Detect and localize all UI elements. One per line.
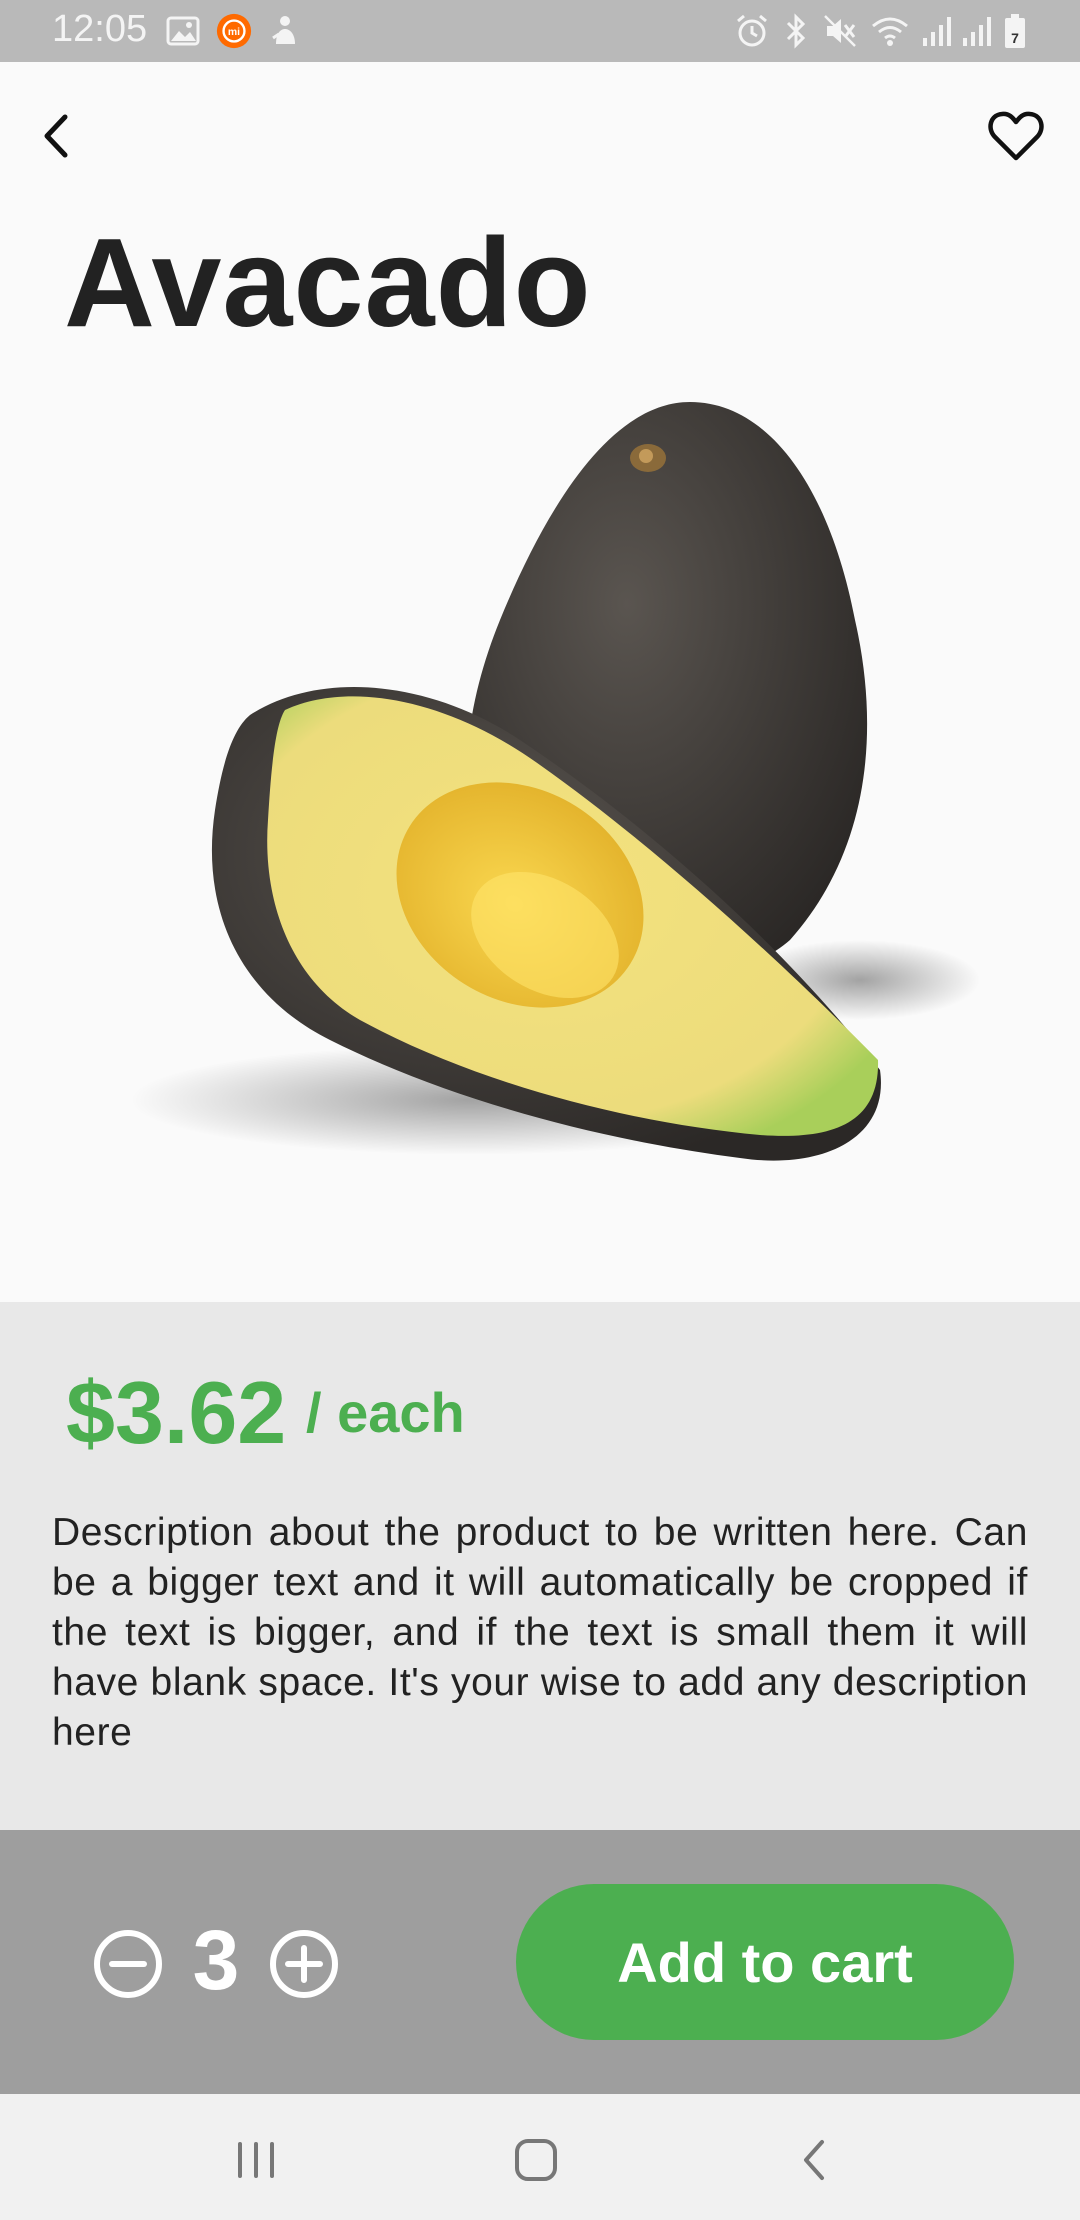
- product-info-panel: $3.62 / each Description about the produ…: [0, 1302, 1080, 1830]
- avocado-image: [130, 402, 980, 1161]
- signal-icon-2: [963, 17, 991, 46]
- signal-icon: [923, 17, 951, 46]
- heart-outline-icon: [988, 111, 1044, 161]
- notification-icon: [272, 16, 295, 44]
- battery-level-text: 7: [1011, 30, 1019, 46]
- product-description: Description about the product to be writ…: [52, 1511, 1028, 1754]
- add-to-cart-button[interactable]: Add to cart: [516, 1884, 1014, 2040]
- chevron-left-icon: [44, 114, 68, 158]
- minus-circle-icon[interactable]: [92, 1928, 164, 2000]
- favorite-button[interactable]: [976, 96, 1056, 176]
- product-price: $3.62: [66, 1363, 287, 1462]
- cart-action-bar: 3 Add to cart: [0, 1830, 1080, 2094]
- status-bar: 12:05 mi 7: [0, 0, 1080, 62]
- plus-circle-icon[interactable]: [268, 1928, 340, 2000]
- wifi-icon: [872, 17, 908, 46]
- system-nav-bar: [0, 2094, 1080, 2220]
- back-button[interactable]: [18, 96, 98, 176]
- gallery-icon: [166, 16, 200, 46]
- mute-icon: [824, 15, 856, 47]
- battery-icon: 7: [1005, 14, 1025, 48]
- price-unit: / each: [306, 1381, 465, 1444]
- recent-apps-icon[interactable]: [226, 2130, 286, 2190]
- product-title: Avacado: [64, 212, 592, 353]
- mi-badge-text: mi: [228, 27, 240, 38]
- home-icon[interactable]: [506, 2130, 566, 2190]
- mi-icon: mi: [216, 13, 252, 49]
- bluetooth-icon: [786, 13, 806, 49]
- alarm-icon: [737, 14, 767, 47]
- status-time: 12:05: [52, 8, 148, 50]
- back-nav-icon[interactable]: [786, 2130, 846, 2190]
- quantity-value: 3: [192, 1913, 240, 2007]
